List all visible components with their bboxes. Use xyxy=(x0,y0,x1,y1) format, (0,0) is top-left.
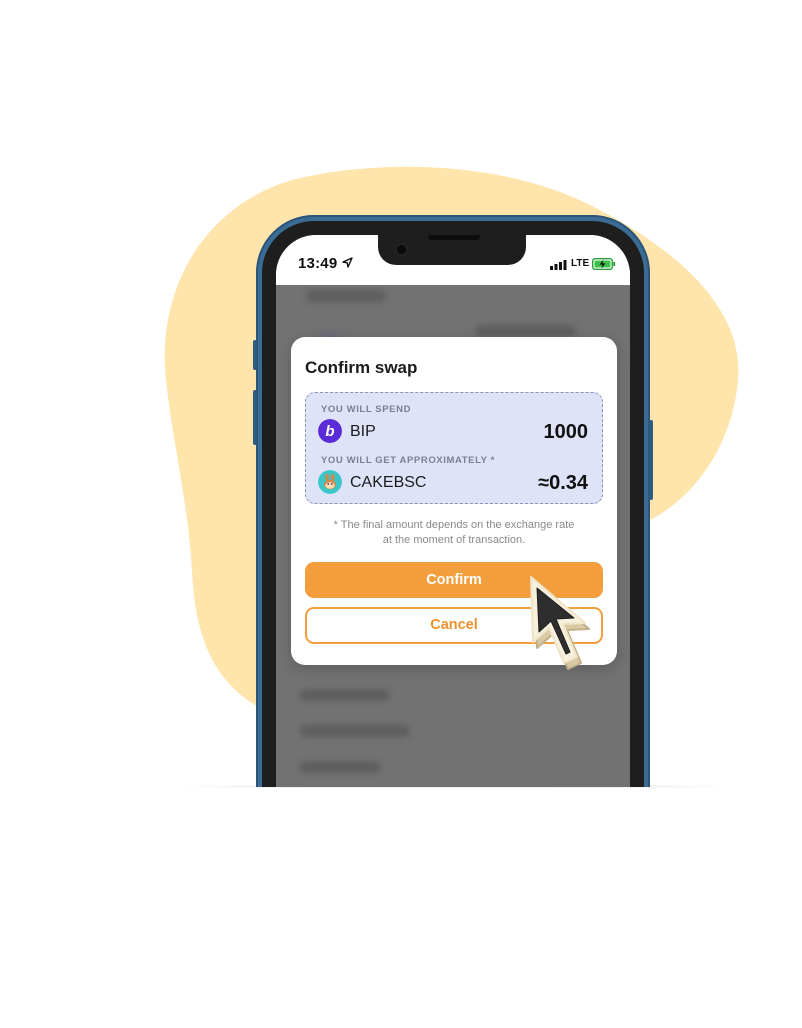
blurred-row xyxy=(300,689,390,701)
dialog-title: Confirm swap xyxy=(305,358,418,377)
front-camera xyxy=(394,242,409,257)
receive-amount: ≈0.34 xyxy=(538,472,588,494)
mouse-pointer-icon xyxy=(530,576,590,670)
spend-label: YOU WILL SPEND xyxy=(321,404,412,415)
blurred-row xyxy=(306,290,386,302)
status-time: 13:49 xyxy=(298,255,338,272)
bip-coin-icon: b xyxy=(318,419,342,443)
blurred-row xyxy=(300,761,380,773)
spend-coin-name: BIP xyxy=(350,423,376,440)
blurred-row xyxy=(476,325,576,337)
network-type: LTE xyxy=(571,258,590,269)
signal-bars-icon xyxy=(550,260,567,270)
status-bar: 13:49 LTE xyxy=(276,235,630,285)
phone-side-button xyxy=(253,340,257,370)
note-line-1: * The final amount depends on the exchan… xyxy=(333,519,575,531)
spend-amount: 1000 xyxy=(543,421,589,443)
phone-power-button xyxy=(649,420,653,500)
exchange-rate-note: * The final amount depends on the exchan… xyxy=(311,518,597,548)
svg-text:b: b xyxy=(325,423,334,440)
battery-charging-icon xyxy=(592,258,616,270)
note-line-2: at the moment of transaction. xyxy=(382,534,526,546)
notch xyxy=(378,235,526,265)
phone-volume-button xyxy=(253,390,257,445)
speaker-grille xyxy=(428,235,480,240)
receive-coin-name: CAKEBSC xyxy=(350,474,427,491)
receive-label: YOU WILL GET APPROXIMATELY * xyxy=(321,455,495,466)
location-arrow-icon xyxy=(342,257,353,268)
scene: 13:49 LTE Confirm swap YOU WILL SPEND b … xyxy=(0,0,802,1028)
blurred-row xyxy=(300,725,410,737)
swap-summary: YOU WILL SPEND b BIP 1000 YOU WILL GET A… xyxy=(305,392,603,504)
pancake-bunny-icon xyxy=(318,470,342,494)
